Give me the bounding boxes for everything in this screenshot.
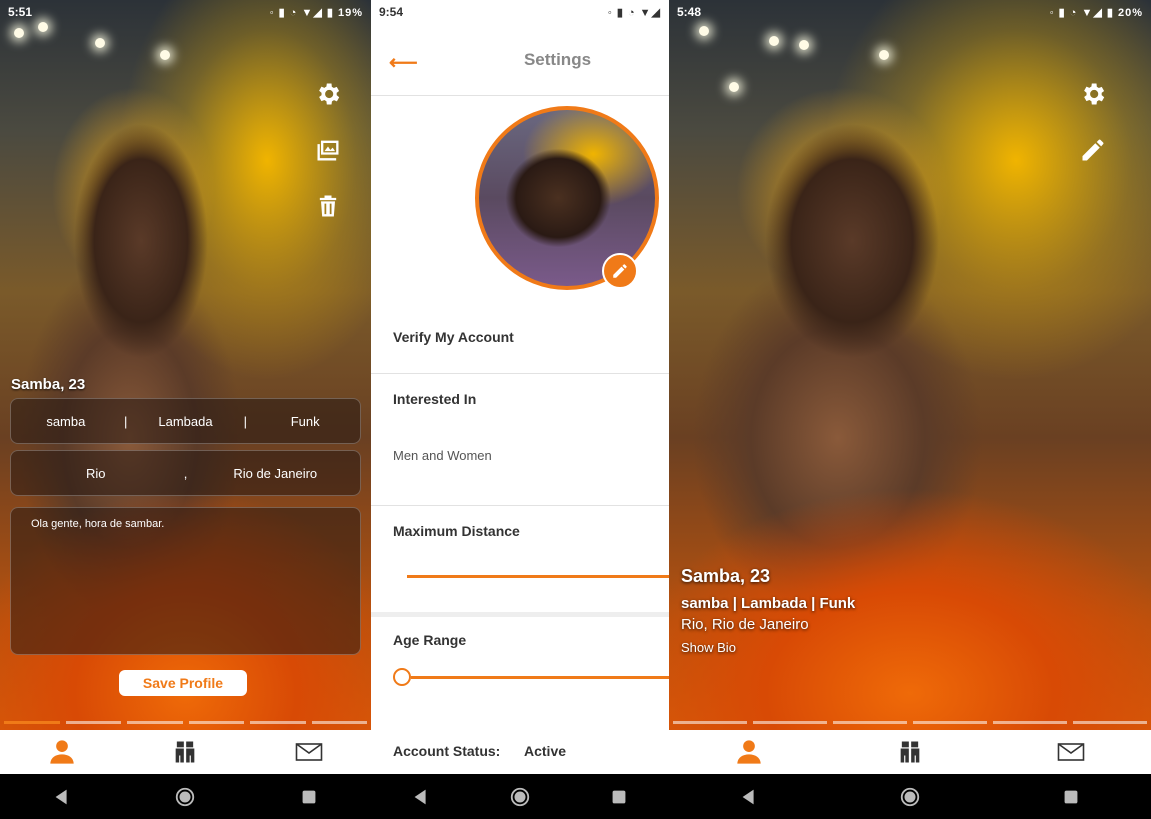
tab-matches[interactable] (165, 734, 205, 770)
image-gallery-icon[interactable] (312, 134, 344, 166)
tab-messages[interactable] (289, 734, 329, 770)
photo-dash (993, 721, 1067, 724)
account-status-label: Account Status: (393, 743, 501, 759)
system-nav-bar (371, 774, 669, 819)
envelope-icon (295, 743, 323, 761)
music-tags-field[interactable]: samba | Lambada | Funk (10, 398, 361, 444)
status-icons: ◦ ▮ ◔ ▼◢ ▮ 19% (269, 6, 363, 19)
circle-home-icon[interactable] (895, 782, 925, 812)
photo-dash (65, 721, 121, 724)
account-status-value: Active (524, 743, 567, 759)
max-distance-label: Maximum Distance (393, 523, 520, 539)
status-bar: 5:48 ◦ ▮ ◔ ▼◢ ▮ 20% (669, 0, 1151, 24)
stadium-lights (0, 20, 371, 60)
gear-icon[interactable] (1077, 78, 1109, 110)
person-icon (737, 740, 761, 764)
square-recent-icon[interactable] (604, 782, 634, 812)
triangle-back-icon[interactable] (734, 782, 764, 812)
tag-2[interactable]: Lambada (131, 414, 241, 429)
circle-home-icon[interactable] (505, 782, 535, 812)
interested-in-label: Interested In (393, 391, 477, 407)
triangle-back-icon[interactable] (406, 782, 436, 812)
system-nav-bar (0, 774, 371, 819)
photo-dash (127, 721, 183, 724)
age-range-min-handle[interactable] (393, 668, 411, 686)
tag-3[interactable]: Funk (250, 414, 360, 429)
photo-dash (311, 721, 367, 724)
system-nav-bar (669, 774, 1151, 819)
square-recent-icon[interactable] (294, 782, 324, 812)
settings-screen: 9:54 ◦ ▮ ◔ ▼◢ ⟵ Settings Verify My Accou… (371, 0, 669, 819)
back-arrow-icon[interactable]: ⟵ (389, 50, 418, 75)
profile-tags: samba | Lambada | Funk (681, 595, 856, 612)
view-profile-screen: 5:48 ◦ ▮ ◔ ▼◢ ▮ 20% Samba, 23 samba | La… (669, 0, 1151, 819)
triangle-back-icon[interactable] (47, 782, 77, 812)
photo-indicator (673, 721, 1147, 724)
trash-icon[interactable] (312, 190, 344, 222)
edit-profile-screen: 5:51 ◦ ▮ ◔ ▼◢ ▮ 19% Samba, 23 samba | La… (0, 0, 371, 819)
bio-text[interactable]: Ola gente, hora de sambar. (11, 508, 360, 540)
photo-dash (833, 721, 907, 724)
settings-header: ⟵ Settings (371, 24, 669, 96)
profile-name-age: Samba, 23 (11, 376, 86, 393)
edit-avatar-button[interactable] (602, 253, 638, 289)
photo-dash (673, 721, 747, 724)
pencil-icon (613, 264, 627, 278)
profile-name-age: Samba, 23 (681, 566, 771, 586)
tab-messages[interactable] (1051, 734, 1091, 770)
interested-in-value[interactable]: Men and Women (393, 448, 492, 463)
status-icons: ◦ ▮ ◔ ▼◢ (607, 6, 661, 19)
photo-dash (250, 721, 306, 724)
age-range-slider[interactable] (411, 676, 669, 679)
age-range-label: Age Range (393, 632, 467, 648)
tab-profile[interactable] (42, 734, 82, 770)
profile-location: Rio, Rio de Janeiro (681, 616, 809, 633)
status-time: 5:48 (677, 5, 702, 19)
status-time: 5:51 (8, 5, 33, 19)
divider (371, 612, 669, 617)
save-profile-button[interactable]: Save Profile (119, 670, 247, 696)
state-value[interactable]: Rio de Janeiro (191, 466, 361, 481)
divider (371, 373, 669, 374)
couple-icon (900, 741, 920, 763)
photo-dash (188, 721, 244, 724)
status-time: 9:54 (379, 5, 404, 19)
status-bar: 5:51 ◦ ▮ ◔ ▼◢ ▮ 19% (0, 0, 371, 24)
bottom-tab-bar (0, 730, 371, 774)
envelope-icon (1057, 743, 1084, 761)
tab-profile[interactable] (729, 734, 769, 770)
location-separator: , (183, 465, 188, 481)
circle-home-icon[interactable] (170, 782, 200, 812)
status-bar: 9:54 ◦ ▮ ◔ ▼◢ (371, 0, 669, 24)
tab-matches[interactable] (890, 734, 930, 770)
battery-level: 19% (337, 6, 363, 19)
gear-icon[interactable] (312, 78, 344, 110)
city-value[interactable]: Rio (11, 466, 181, 481)
photo-indicator (4, 721, 367, 724)
tag-separator: | (243, 413, 248, 429)
stadium-lights (669, 20, 1151, 92)
show-bio-link[interactable]: Show Bio (681, 640, 736, 655)
bottom-tab-bar (669, 730, 1151, 774)
divider (371, 505, 669, 506)
max-distance-slider[interactable] (407, 575, 669, 578)
battery-level: 20% (1117, 6, 1143, 19)
photo-dash (913, 721, 987, 724)
bio-field[interactable]: Ola gente, hora de sambar. (10, 507, 361, 655)
couple-icon (176, 741, 195, 763)
tag-separator: | (123, 413, 128, 429)
photo-dash (1073, 721, 1147, 724)
photo-dash (753, 721, 827, 724)
person-icon (50, 740, 74, 764)
photo-dash-active (4, 721, 60, 724)
tag-1[interactable]: samba (11, 414, 121, 429)
status-icons: ◦ ▮ ◔ ▼◢ ▮ 20% (1049, 6, 1143, 19)
location-field[interactable]: Rio , Rio de Janeiro (10, 450, 361, 496)
pencil-icon[interactable] (1077, 134, 1109, 166)
square-recent-icon[interactable] (1056, 782, 1086, 812)
verify-account-link[interactable]: Verify My Account (393, 329, 514, 345)
